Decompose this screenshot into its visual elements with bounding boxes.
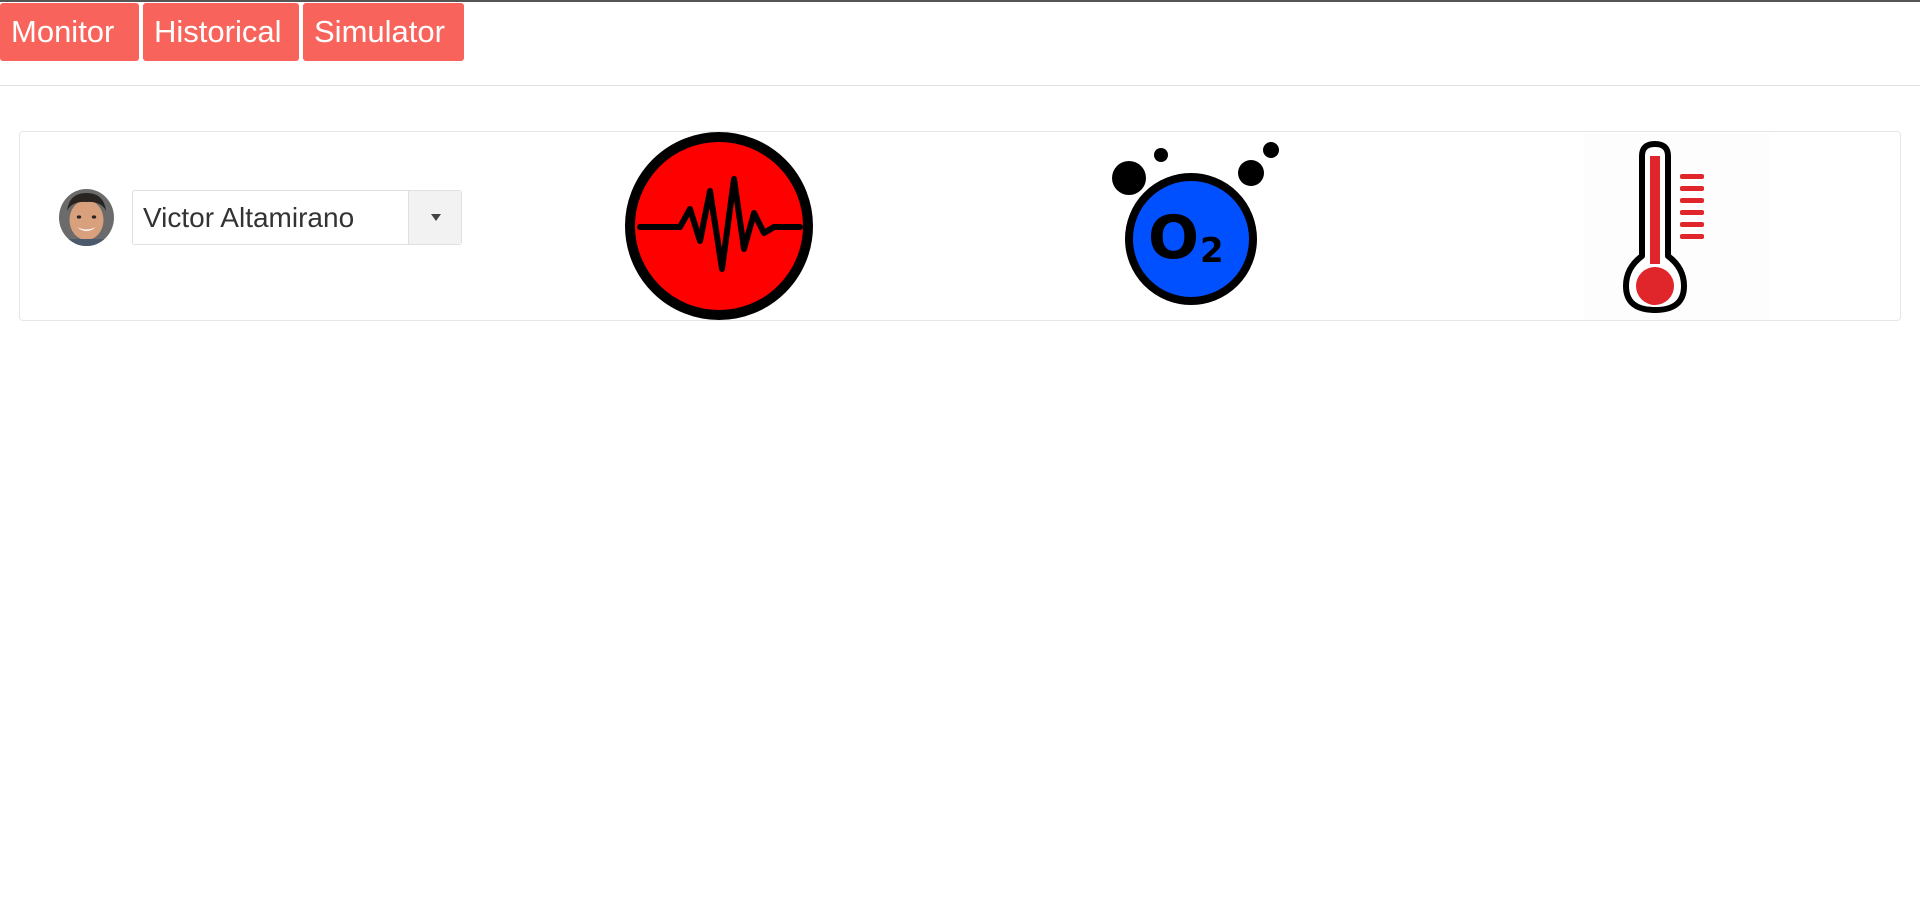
patient-select[interactable]: Victor Altamirano: [132, 190, 462, 245]
heart-rate-icon[interactable]: [624, 131, 814, 321]
monitor-button[interactable]: Monitor: [0, 3, 139, 61]
avatar: [59, 189, 114, 246]
chevron-down-icon[interactable]: [408, 191, 461, 244]
temperature-icon[interactable]: [1584, 134, 1770, 320]
svg-text:2: 2: [1200, 231, 1224, 271]
simulator-button[interactable]: Simulator: [303, 3, 464, 61]
navbar: Monitor Historical Simulator: [0, 2, 1920, 86]
patient-select-value: Victor Altamirano: [143, 202, 355, 233]
oxygen-saturation-icon[interactable]: O 2: [1105, 138, 1285, 308]
svg-text:O: O: [1148, 203, 1199, 273]
historical-button[interactable]: Historical: [143, 3, 299, 61]
